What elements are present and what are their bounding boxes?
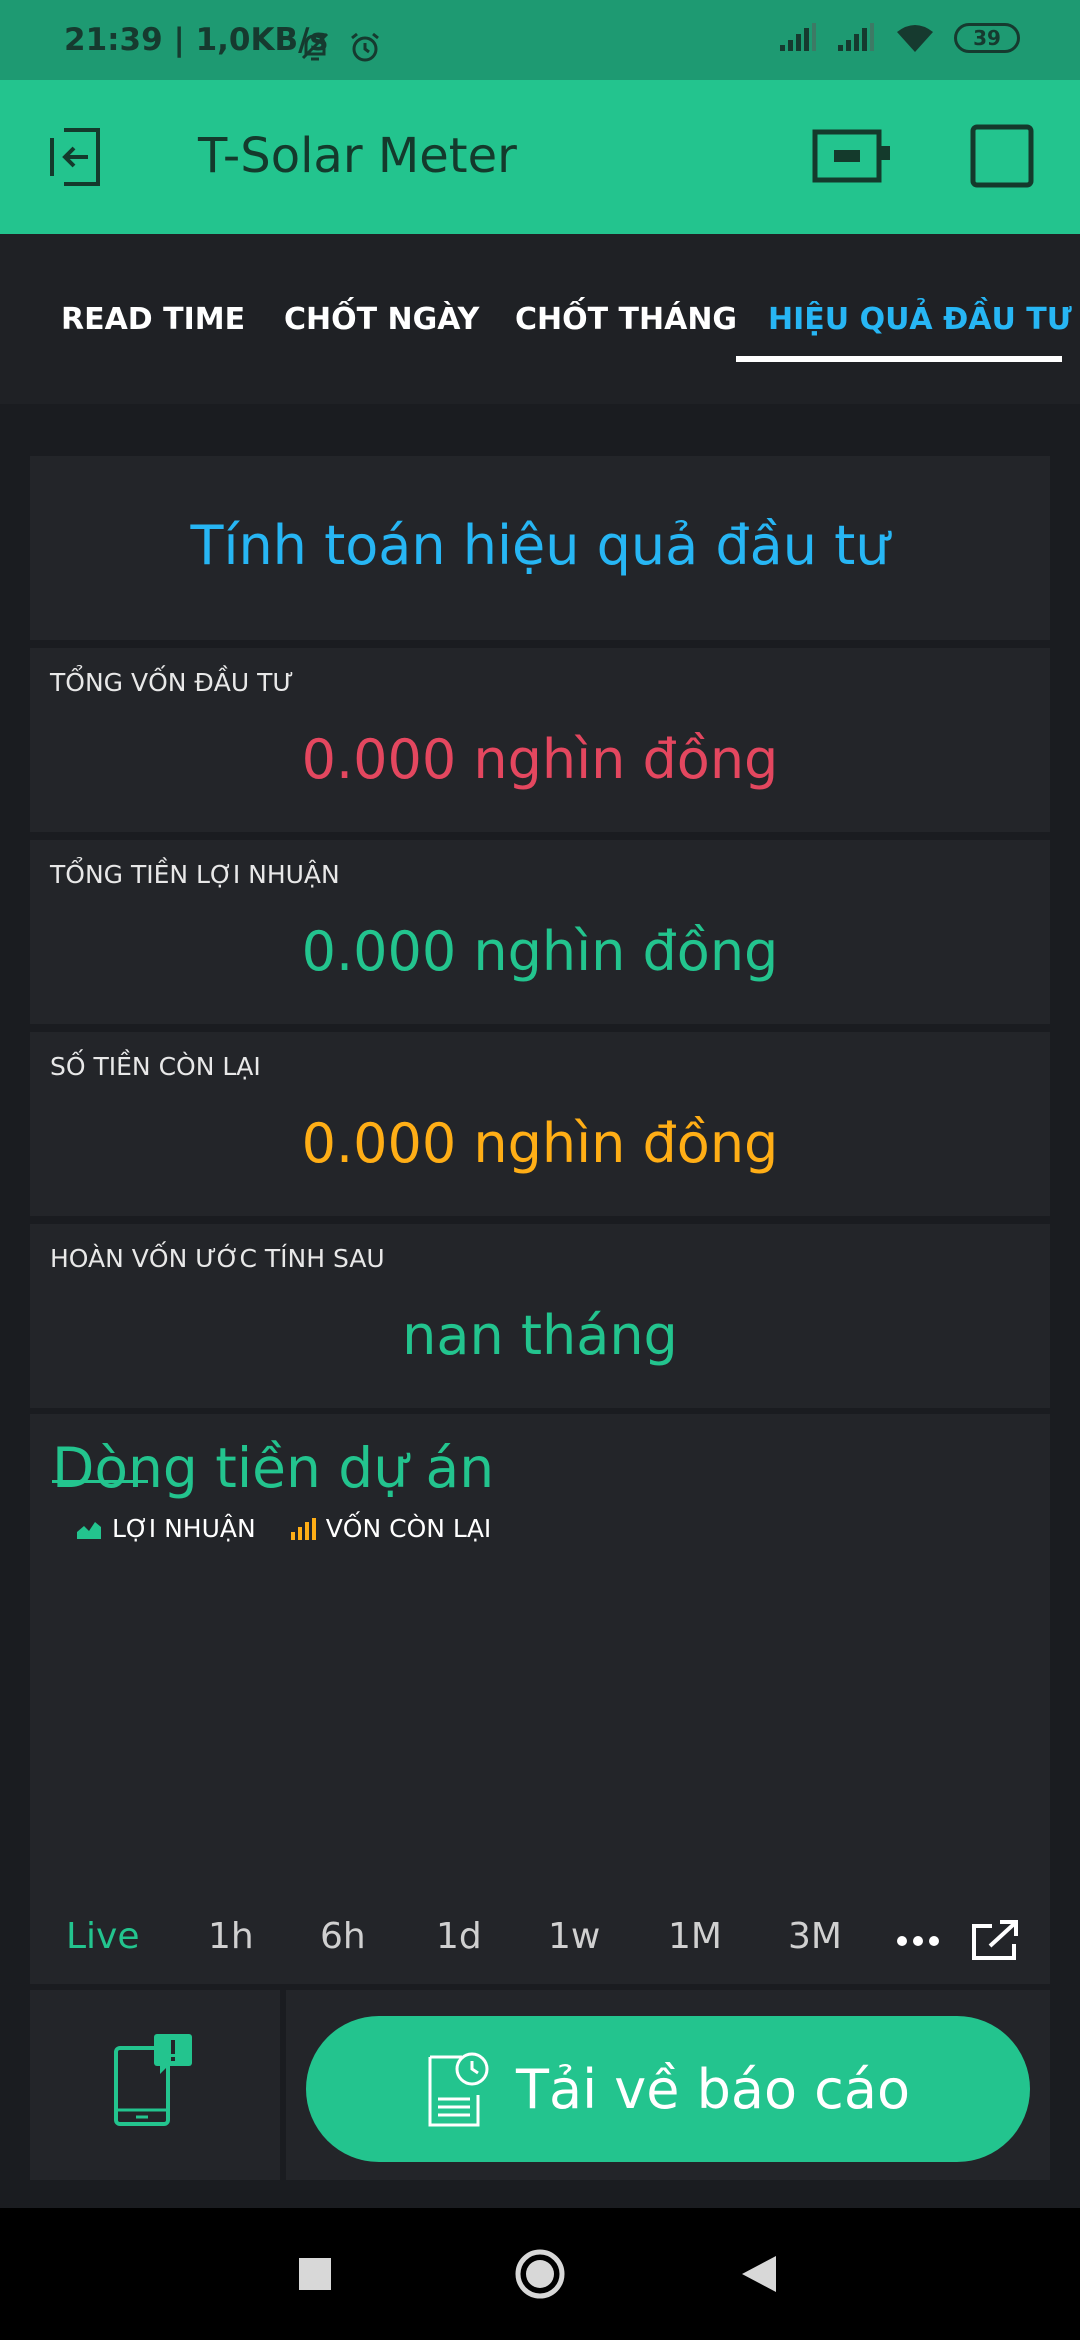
range-3m[interactable]: 3M xyxy=(788,1916,842,1957)
mute-bell-icon xyxy=(301,32,329,61)
card-value: nan tháng xyxy=(402,1304,678,1367)
card-remaining: SỐ TIỀN CÒN LẠI 0.000 nghìn đồng xyxy=(30,1032,1050,1216)
tab-bar: READ TIME CHỐT NGÀY CHỐT THÁNG HIỆU QUẢ … xyxy=(0,234,1080,404)
card-value: 0.000 nghìn đồng xyxy=(301,1112,779,1175)
range-live[interactable]: Live xyxy=(66,1916,140,1957)
chart-legend: LỢI NHUẬN VỐN CÒN LẠI xyxy=(76,1514,491,1543)
card-payback: HOÀN VỐN ƯỚC TÍNH SAU nan tháng xyxy=(30,1224,1050,1408)
tab-chot-ngay[interactable]: CHỐT NGÀY xyxy=(284,302,479,337)
content-area: Tính toán hiệu quả đầu tư TỔNG VỐN ĐẦU T… xyxy=(0,404,1080,2208)
range-1m[interactable]: 1M xyxy=(668,1916,722,1957)
stop-square-icon[interactable] xyxy=(970,124,1034,188)
system-nav-bar xyxy=(0,2208,1080,2340)
battery-indicator: 39 xyxy=(954,23,1020,53)
card-value: 0.000 nghìn đồng xyxy=(301,728,779,791)
signal-icon-2 xyxy=(838,23,874,51)
card-value: 0.000 nghìn đồng xyxy=(301,920,779,983)
home-circle-icon[interactable] xyxy=(514,2248,566,2300)
tab-hieu-qua-dau-tu[interactable]: HIỆU QUẢ ĐẦU TƯ xyxy=(768,302,1072,337)
recents-square-icon[interactable] xyxy=(299,2258,331,2290)
more-icon[interactable] xyxy=(896,1934,940,1948)
app-title: T-Solar Meter xyxy=(198,128,517,184)
expand-icon[interactable] xyxy=(970,1918,1020,1962)
section-title: Tính toán hiệu quả đầu tư xyxy=(190,514,890,577)
legend-label: LỢI NHUẬN xyxy=(112,1514,256,1543)
card-total-profit: TỔNG TIỀN LỢI NHUẬN 0.000 nghìn đồng xyxy=(30,840,1050,1024)
active-tab-indicator xyxy=(736,356,1062,362)
range-1w[interactable]: 1w xyxy=(548,1916,600,1957)
exit-icon[interactable] xyxy=(44,124,110,190)
download-report-label: Tải về báo cáo xyxy=(516,2057,910,2121)
legend-label: VỐN CÒN LẠI xyxy=(325,1514,492,1543)
area-chart-icon xyxy=(77,1521,101,1539)
card-label: HOÀN VỐN ƯỚC TÍNH SAU xyxy=(50,1244,385,1273)
selected-range-indicator xyxy=(52,1480,148,1483)
legend-item-profit[interactable]: LỢI NHUẬN xyxy=(76,1514,256,1543)
time-range-selector: Live 1h 6h 1d 1w 1M 3M xyxy=(30,1908,1050,1978)
chart-title: Dòng tiền dự án xyxy=(52,1436,495,1500)
legend-item-remaining[interactable]: VỐN CÒN LẠI xyxy=(290,1514,492,1543)
report-clock-icon xyxy=(428,2052,489,2127)
card-total-investment: TỔNG VỐN ĐẦU TƯ 0.000 nghìn đồng xyxy=(30,648,1050,832)
status-time: 21:39 | 1,0KB/s xyxy=(64,22,328,58)
title-card: Tính toán hiệu quả đầu tư xyxy=(30,456,1050,640)
signal-icon xyxy=(780,23,816,51)
tab-chot-thang[interactable]: CHỐT THÁNG xyxy=(515,302,737,337)
device-icon[interactable] xyxy=(812,126,892,186)
notification-panel xyxy=(30,1990,280,2180)
range-6h[interactable]: 6h xyxy=(320,1916,366,1957)
card-label: SỐ TIỀN CÒN LẠI xyxy=(50,1052,261,1081)
wifi-icon xyxy=(897,25,933,52)
cashflow-chart-card: Dòng tiền dự án LỢI NHUẬN VỐN CÒN LẠI Li… xyxy=(30,1414,1050,1984)
phone-notification-icon[interactable] xyxy=(110,2034,206,2128)
chart-plot-area xyxy=(50,1564,1030,1894)
back-triangle-icon[interactable] xyxy=(742,2256,776,2292)
status-bar: 21:39 | 1,0KB/s 39 xyxy=(0,0,1080,80)
range-1d[interactable]: 1d xyxy=(436,1916,482,1957)
download-panel: Tải về báo cáo xyxy=(286,1990,1050,2180)
card-label: TỔNG VỐN ĐẦU TƯ xyxy=(50,668,294,697)
bar-chart-icon xyxy=(290,1517,316,1540)
alarm-icon xyxy=(351,32,379,62)
tab-read-time[interactable]: READ TIME xyxy=(61,302,245,337)
range-1h[interactable]: 1h xyxy=(208,1916,254,1957)
download-report-button[interactable]: Tải về báo cáo xyxy=(306,2016,1030,2162)
app-bar: T-Solar Meter xyxy=(0,80,1080,234)
card-label: TỔNG TIỀN LỢI NHUẬN xyxy=(50,860,340,889)
